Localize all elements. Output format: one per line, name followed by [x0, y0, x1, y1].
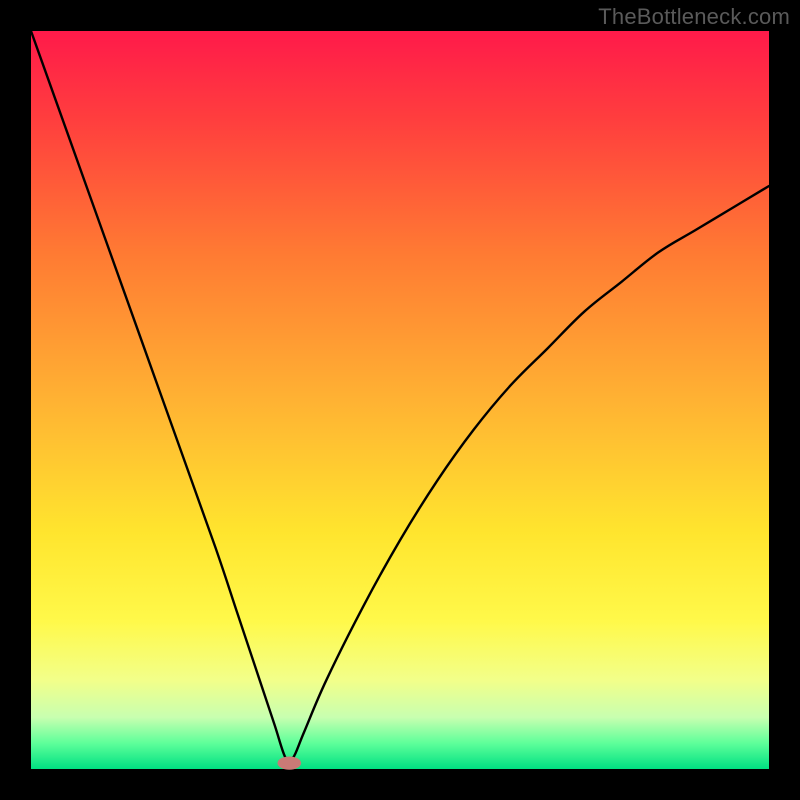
plot-background	[31, 31, 769, 769]
bottleneck-chart	[0, 0, 800, 800]
watermark-text: TheBottleneck.com	[598, 4, 790, 30]
optimal-point-marker	[277, 756, 301, 769]
chart-frame: TheBottleneck.com	[0, 0, 800, 800]
